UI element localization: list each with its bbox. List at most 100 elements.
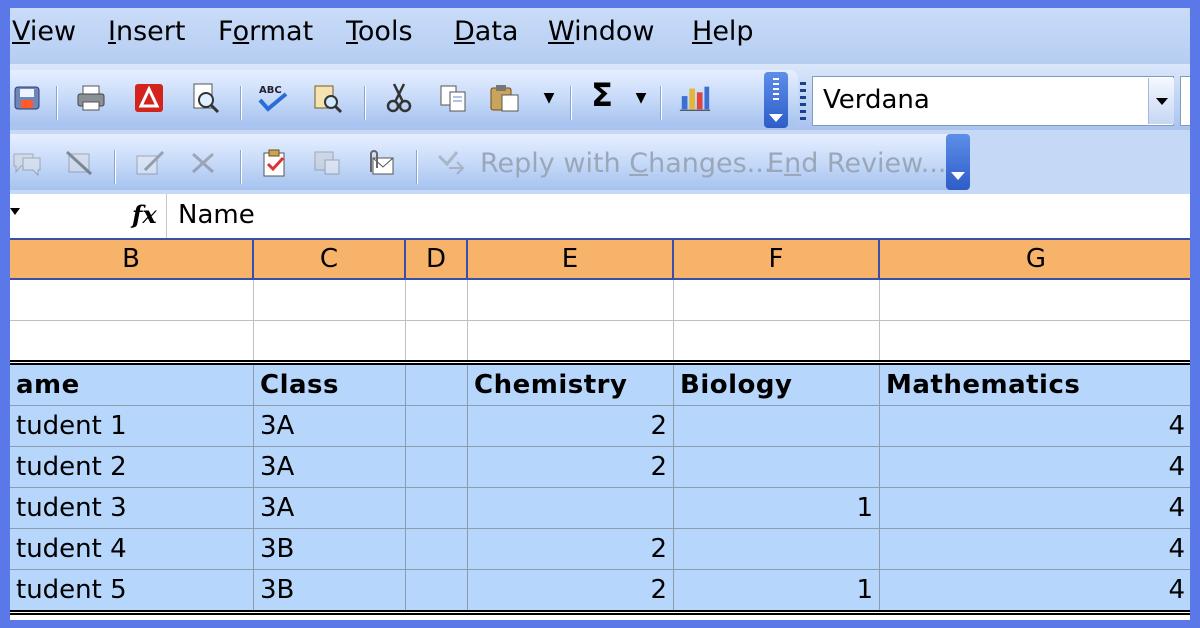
delete-comment-icon[interactable] <box>62 146 96 180</box>
cell-blank[interactable] <box>406 488 468 529</box>
header-cell-blank[interactable] <box>406 365 468 406</box>
cell-blank[interactable] <box>406 570 468 611</box>
table-row <box>10 321 1190 362</box>
table-row: tudent 2 3A 2 4 <box>10 447 1190 488</box>
cell-chemistry[interactable]: 2 <box>468 406 674 447</box>
cell[interactable] <box>674 321 880 362</box>
cell[interactable] <box>880 280 1190 321</box>
cell-biology[interactable]: 1 <box>674 488 880 529</box>
cell[interactable] <box>10 280 254 321</box>
table-row <box>10 280 1190 321</box>
toolbar-options-grip[interactable] <box>764 72 788 128</box>
cell-name[interactable]: tudent 2 <box>10 447 254 488</box>
cell-biology[interactable] <box>674 529 880 570</box>
font-size-combo[interactable] <box>1180 76 1190 126</box>
paste-icon[interactable] <box>488 81 522 115</box>
excel-window: View Insert Format Tools Data Window Hel… <box>10 8 1190 620</box>
print-icon[interactable] <box>74 81 108 115</box>
cut-icon[interactable] <box>382 81 416 115</box>
cell-mathematics[interactable]: 4 <box>880 570 1190 611</box>
track-changes-icon[interactable] <box>258 146 292 180</box>
formula-input[interactable]: Name <box>178 200 255 230</box>
cell-blank[interactable] <box>406 447 468 488</box>
copy-icon[interactable] <box>436 81 470 115</box>
header-cell-chemistry[interactable]: Chemistry <box>468 365 674 406</box>
menu-tools[interactable]: Tools <box>346 16 413 47</box>
cell[interactable] <box>254 321 406 362</box>
header-cell-biology[interactable]: Biology <box>674 365 880 406</box>
menu-window[interactable]: Window <box>548 16 654 47</box>
menu-data[interactable]: Data <box>454 16 518 47</box>
font-dropdown-button[interactable] <box>1148 78 1174 124</box>
header-cell-class[interactable]: Class <box>254 365 406 406</box>
research-icon[interactable] <box>310 81 344 115</box>
ink-annotations-icon[interactable] <box>132 146 166 180</box>
column-header-g[interactable]: G <box>880 240 1190 278</box>
cell[interactable] <box>406 280 468 321</box>
print-preview-icon[interactable] <box>188 81 222 115</box>
cell-chemistry[interactable]: 2 <box>468 529 674 570</box>
chart-wizard-icon[interactable] <box>678 81 712 115</box>
cell-class[interactable]: 3B <box>254 529 406 570</box>
cell-biology[interactable] <box>674 447 880 488</box>
column-header-f[interactable]: F <box>674 240 880 278</box>
cell-mathematics[interactable]: 4 <box>880 447 1190 488</box>
reviewing-toolbar-options-grip[interactable] <box>946 134 970 190</box>
column-header-c[interactable]: C <box>254 240 406 278</box>
svg-text:ABC: ABC <box>259 85 282 96</box>
cell[interactable] <box>406 321 468 362</box>
menu-bar: View Insert Format Tools Data Window Hel… <box>10 8 1190 64</box>
cell-name[interactable]: tudent 5 <box>10 570 254 611</box>
cell[interactable] <box>880 321 1190 362</box>
table-header-row: ame Class Chemistry Biology Mathematics <box>10 365 1190 406</box>
cell-mathematics[interactable]: 4 <box>880 529 1190 570</box>
cell-class[interactable]: 3B <box>254 570 406 611</box>
header-cell-mathematics[interactable]: Mathematics <box>880 365 1190 406</box>
cell-chemistry[interactable]: 2 <box>468 447 674 488</box>
cell-class[interactable]: 3A <box>254 447 406 488</box>
reply-with-changes-icon[interactable] <box>434 146 468 180</box>
cell-class[interactable]: 3A <box>254 488 406 529</box>
font-name-combo[interactable]: Verdana <box>812 76 1174 126</box>
autosum-dropdown-icon[interactable]: ▼ <box>632 81 650 115</box>
reply-with-changes-button[interactable]: Reply with Changes... <box>480 148 772 179</box>
cell-name[interactable]: tudent 1 <box>10 406 254 447</box>
menu-insert[interactable]: Insert <box>108 16 185 47</box>
menu-format[interactable]: Format <box>218 16 313 47</box>
cell-mathematics[interactable]: 4 <box>880 406 1190 447</box>
cell[interactable] <box>674 280 880 321</box>
menu-view[interactable]: View <box>12 16 76 47</box>
insert-function-button[interactable]: fx <box>132 200 157 229</box>
cell-biology[interactable]: 1 <box>674 570 880 611</box>
end-review-button[interactable]: End Review... <box>767 148 947 179</box>
header-cell-name[interactable]: ame <box>10 365 254 406</box>
update-file-icon[interactable] <box>310 146 344 180</box>
formatting-toolbar-handle[interactable] <box>800 82 806 122</box>
send-to-mail-recipient-icon[interactable] <box>364 146 398 180</box>
paste-dropdown-icon[interactable]: ▼ <box>540 81 558 115</box>
cell[interactable] <box>254 280 406 321</box>
column-header-e[interactable]: E <box>468 240 674 278</box>
cell[interactable] <box>468 321 674 362</box>
cell[interactable] <box>468 280 674 321</box>
cell[interactable] <box>10 321 254 362</box>
spelling-icon[interactable]: ABC <box>256 81 290 115</box>
cell-biology[interactable] <box>674 406 880 447</box>
column-header-d[interactable]: D <box>406 240 468 278</box>
cell-blank[interactable] <box>406 406 468 447</box>
cell-blank[interactable] <box>406 529 468 570</box>
cell-chemistry[interactable]: 2 <box>468 570 674 611</box>
menu-help[interactable]: Help <box>692 16 754 47</box>
cell-name[interactable]: tudent 4 <box>10 529 254 570</box>
cell-chemistry[interactable] <box>468 488 674 529</box>
pdf-icon[interactable] <box>132 81 166 115</box>
cell-class[interactable]: 3A <box>254 406 406 447</box>
cell-name[interactable]: tudent 3 <box>10 488 254 529</box>
name-box-dropdown-icon[interactable] <box>10 208 20 221</box>
cell-mathematics[interactable]: 4 <box>880 488 1190 529</box>
show-comments-icon[interactable] <box>10 146 44 180</box>
delete-ink-icon[interactable] <box>186 146 220 180</box>
save-icon[interactable] <box>10 81 44 115</box>
column-header-b[interactable]: B <box>10 240 254 278</box>
autosum-icon[interactable]: Σ <box>584 78 620 112</box>
